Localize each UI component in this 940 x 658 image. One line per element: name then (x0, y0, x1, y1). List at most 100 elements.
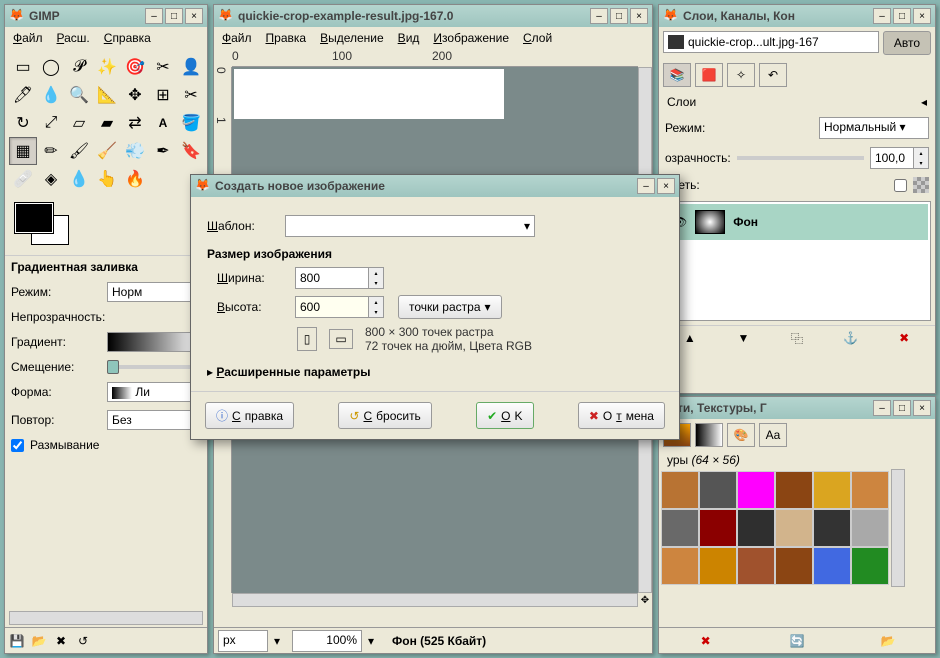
layer-up-icon[interactable]: ▲ (682, 330, 698, 346)
perspective-tool[interactable]: ▰ (93, 109, 121, 137)
repeat-select[interactable]: Без (107, 410, 201, 430)
measure-tool[interactable]: 📐 (93, 81, 121, 109)
layer-opacity-input[interactable] (870, 147, 914, 169)
texture-swatch[interactable] (661, 509, 699, 547)
foreground-tool[interactable]: 👤 (177, 53, 205, 81)
load-options-icon[interactable]: 📂 (31, 633, 47, 649)
rect-select-tool[interactable]: ▭ (9, 53, 37, 81)
layer-row[interactable]: 👁 Фон (666, 204, 928, 240)
texture-swatch[interactable] (851, 471, 889, 509)
maximize-button[interactable]: □ (165, 8, 183, 24)
delete-texture-icon[interactable]: ✖ (698, 633, 714, 649)
airbrush-tool[interactable]: 💨 (121, 137, 149, 165)
perspective-clone-tool[interactable]: ◈ (37, 165, 65, 193)
heal-tool[interactable]: 🩹 (9, 165, 37, 193)
texture-scrollbar[interactable] (891, 469, 905, 587)
width-spin-down[interactable]: ▾ (369, 278, 383, 288)
scissors-tool[interactable]: ✂ (149, 53, 177, 81)
layer-dup-icon[interactable]: ⿻ (789, 330, 805, 346)
refresh-texture-icon[interactable]: 🔄 (789, 633, 805, 649)
menu-ext[interactable]: Расш. (57, 31, 90, 45)
paths-tab[interactable]: ✧ (727, 63, 755, 87)
advanced-expander[interactable]: ▸ Расширенные параметры (207, 365, 663, 379)
dodge-tool[interactable]: 🔥 (121, 165, 149, 193)
menu-file[interactable]: Файл (13, 31, 43, 45)
clone-tool[interactable]: 🔖 (177, 137, 205, 165)
texture-swatch[interactable] (775, 471, 813, 509)
ok-button[interactable]: ✔OK (476, 402, 533, 429)
blur-tool[interactable]: 💧 (65, 165, 93, 193)
cancel-button[interactable]: ✖Отмена (578, 402, 665, 429)
options-scrollbar[interactable] (9, 611, 203, 625)
minimize-button[interactable]: – (590, 8, 608, 24)
shear-tool[interactable]: ▱ (65, 109, 93, 137)
width-spin-up[interactable]: ▴ (369, 268, 383, 278)
image-selector[interactable]: quickie-crop...ult.jpg-167 (663, 31, 879, 53)
gradients-tab[interactable] (695, 423, 723, 447)
color-picker-tool[interactable]: 💧 (37, 81, 65, 109)
paintbrush-tool[interactable]: 🖌 (65, 137, 93, 165)
layers-list[interactable]: 👁 Фон (663, 201, 931, 321)
texture-swatch[interactable] (737, 547, 775, 585)
close-button[interactable]: × (657, 178, 675, 194)
pencil-tool[interactable]: ✏ (37, 137, 65, 165)
reset-options-icon[interactable]: ↺ (75, 633, 91, 649)
zoom-tool[interactable]: 🔍 (65, 81, 93, 109)
fg-color-swatch[interactable] (15, 203, 53, 233)
close-button[interactable]: × (630, 8, 648, 24)
portrait-icon[interactable]: ▯ (297, 327, 317, 351)
close-button[interactable]: × (913, 400, 931, 416)
nav-icon[interactable]: ✥ (638, 593, 652, 607)
texture-swatch[interactable] (737, 471, 775, 509)
landscape-icon[interactable]: ▭ (329, 329, 353, 349)
offset-slider[interactable] (107, 365, 201, 369)
menu-layer[interactable]: Слой (523, 31, 552, 45)
layer-opacity-slider[interactable] (737, 156, 864, 160)
eraser-tool[interactable]: 🧹 (93, 137, 121, 165)
close-button[interactable]: × (913, 8, 931, 24)
move-tool[interactable]: ✥ (121, 81, 149, 109)
unit-select[interactable]: точки растра ▾ (398, 295, 502, 319)
minimize-button[interactable]: – (145, 8, 163, 24)
palettes-tab[interactable]: 🎨 (727, 423, 755, 447)
menu-image[interactable]: Изображение (433, 31, 509, 45)
shape-select[interactable]: Ли (107, 382, 201, 402)
maximize-button[interactable]: □ (610, 8, 628, 24)
menu-view[interactable]: Вид (398, 31, 420, 45)
bucket-tool[interactable]: 🪣 (177, 109, 205, 137)
height-input[interactable] (295, 296, 369, 318)
rotate-tool[interactable]: ↻ (9, 109, 37, 137)
flip-tool[interactable]: ⇄ (121, 109, 149, 137)
reset-button[interactable]: ↺Сбросить (338, 402, 431, 429)
hscrollbar[interactable] (232, 593, 638, 607)
save-options-icon[interactable]: 💾 (9, 633, 25, 649)
texture-swatch[interactable] (813, 547, 851, 585)
layer-anchor-icon[interactable]: ⚓ (843, 330, 859, 346)
blur-checkbox[interactable] (11, 439, 24, 452)
menu-help[interactable]: Справка (104, 31, 151, 45)
delete-options-icon[interactable]: ✖ (53, 633, 69, 649)
layer-down-icon[interactable]: ▼ (735, 330, 751, 346)
fonts-tab[interactable]: Aa (759, 423, 787, 447)
menu-file[interactable]: Файл (222, 31, 252, 45)
help-button[interactable]: ⓘСправка (205, 402, 294, 429)
menu-edit[interactable]: Правка (266, 31, 307, 45)
spin-up[interactable]: ▴ (914, 148, 928, 158)
color-select-tool[interactable]: 🎯 (121, 53, 149, 81)
undo-tab[interactable]: ↶ (759, 63, 787, 87)
layers-menu-icon[interactable]: ◂ (921, 95, 927, 109)
auto-button[interactable]: Авто (883, 31, 931, 55)
text-tool[interactable]: A (149, 109, 177, 137)
open-texture-icon[interactable]: 📂 (880, 633, 896, 649)
texture-swatch[interactable] (661, 471, 699, 509)
maximize-button[interactable]: □ (893, 400, 911, 416)
texture-swatch[interactable] (775, 547, 813, 585)
lasso-tool[interactable]: 𝓟 (65, 53, 93, 81)
scale-tool[interactable]: ⤢ (37, 109, 65, 137)
gradient-preview[interactable] (107, 332, 201, 352)
texture-swatch[interactable] (851, 509, 889, 547)
fuzzy-select-tool[interactable]: ✨ (93, 53, 121, 81)
spin-down[interactable]: ▾ (914, 158, 928, 168)
texture-swatch[interactable] (813, 471, 851, 509)
texture-swatch[interactable] (737, 509, 775, 547)
